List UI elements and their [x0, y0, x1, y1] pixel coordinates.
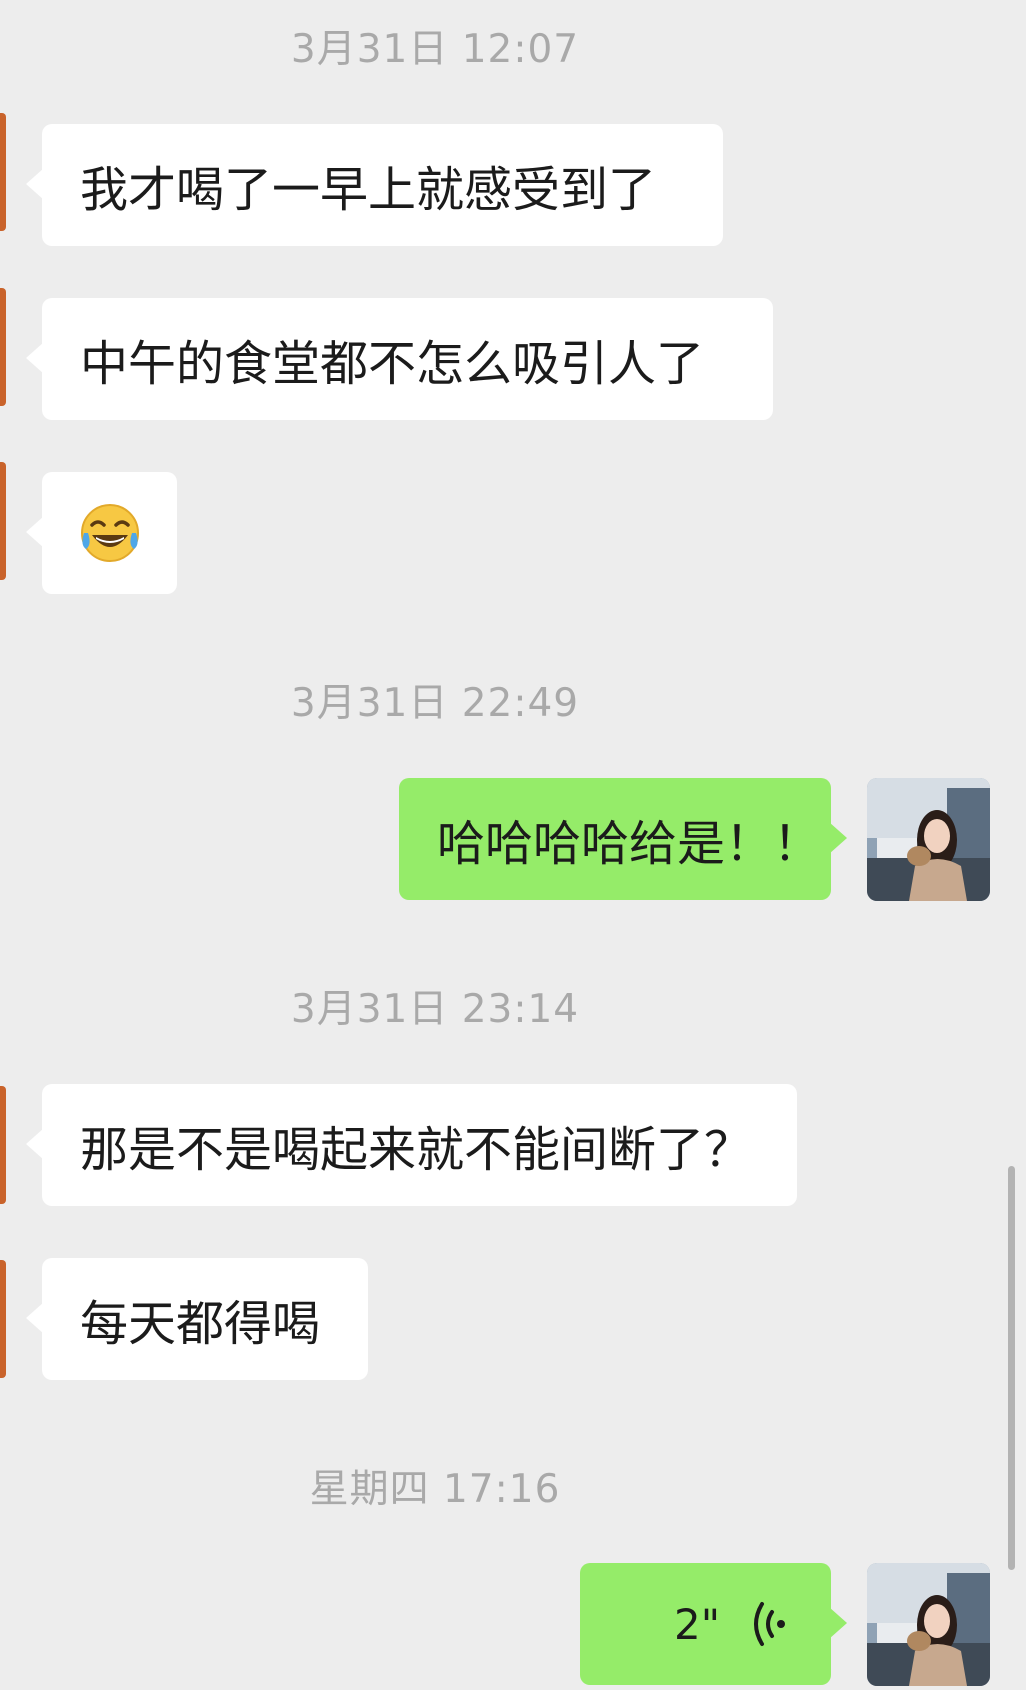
message-text: 我才喝了一早上就感受到了 — [80, 162, 657, 218]
message-bubble-incoming[interactable]: 每天都得喝 — [26, 1258, 368, 1380]
voice-duration: 2" — [674, 1599, 721, 1649]
timestamp: 星期四 17:16 — [309, 1467, 561, 1512]
timestamp: 3月31日 22:49 — [290, 681, 580, 726]
message-text: 每天都得喝 — [80, 1296, 321, 1352]
message-bubble-incoming[interactable]: 中午的食堂都不怎么吸引人了 — [26, 298, 773, 420]
avatar[interactable] — [867, 778, 990, 901]
message-bubble-incoming[interactable]: 那是不是喝起来就不能间断了？ — [26, 1084, 797, 1206]
edge-accent — [0, 1260, 6, 1378]
timestamp: 3月31日 23:14 — [290, 987, 580, 1032]
timestamp: 3月31日 12:07 — [290, 27, 580, 72]
tears-of-joy-emoji-icon — [78, 501, 142, 565]
voice-wave-icon — [750, 1599, 790, 1649]
message-bubble-incoming[interactable] — [26, 472, 177, 594]
edge-accent — [0, 462, 6, 580]
message-text: 中午的食堂都不怎么吸引人了 — [80, 336, 705, 392]
scrollbar[interactable] — [1008, 1166, 1015, 1570]
edge-accent — [0, 1086, 6, 1204]
message-text: 那是不是喝起来就不能间断了？ — [80, 1122, 753, 1178]
edge-accent — [0, 288, 6, 406]
voice-message-bubble[interactable]: 2" — [580, 1563, 847, 1685]
edge-accent — [0, 113, 6, 231]
message-bubble-outgoing[interactable]: 哈哈哈哈给是！！ — [399, 778, 847, 900]
avatar[interactable] — [867, 1563, 990, 1686]
message-text: 哈哈哈哈给是！！ — [437, 816, 822, 872]
message-bubble-incoming[interactable]: 我才喝了一早上就感受到了 — [26, 124, 723, 246]
